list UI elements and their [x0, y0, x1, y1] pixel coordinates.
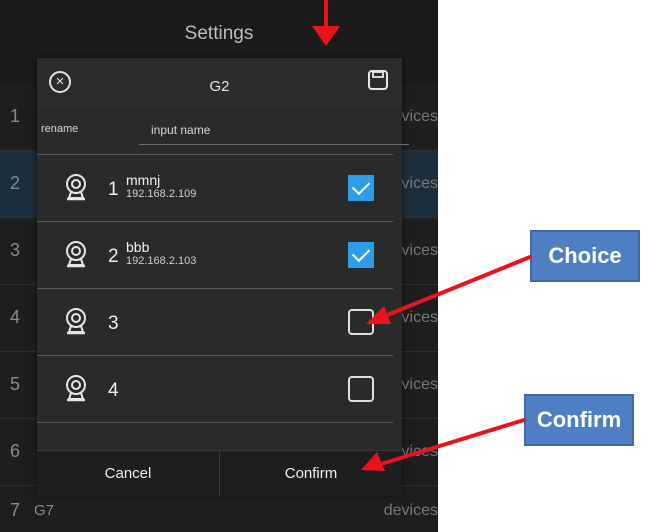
- group-number: 4: [10, 307, 21, 327]
- group-number: 3: [10, 240, 21, 260]
- dialog-footer: Cancel Confirm: [37, 450, 402, 496]
- webcam-icon: [66, 375, 86, 402]
- cancel-button[interactable]: Cancel: [37, 451, 219, 496]
- camera-ip: 192.168.2.109: [126, 188, 197, 200]
- camera-checkbox-checked[interactable]: [348, 242, 374, 268]
- camera-row[interactable]: 3: [37, 289, 393, 356]
- camera-number: 2: [108, 246, 119, 267]
- camera-row[interactable]: 2 bbb 192.168.2.103: [37, 222, 393, 289]
- group-devices-label: devices: [383, 502, 438, 519]
- camera-checkbox-unchecked[interactable]: [348, 309, 374, 335]
- choice-callout: Choice: [530, 230, 640, 282]
- camera-number: 4: [108, 380, 119, 401]
- save-icon[interactable]: [366, 68, 390, 92]
- camera-checkbox-checked[interactable]: [348, 175, 374, 201]
- camera-number: 1: [108, 179, 119, 200]
- group-number: 7: [10, 500, 21, 520]
- camera-number: 3: [108, 313, 119, 334]
- group-number: 1: [10, 106, 21, 126]
- app-title: Settings: [184, 23, 254, 44]
- rename-label: rename: [41, 123, 79, 135]
- rename-row: rename: [37, 108, 409, 154]
- group-name: G7: [34, 502, 55, 519]
- camera-name: mmnj: [126, 172, 161, 188]
- webcam-icon: [66, 308, 86, 335]
- group-name-input[interactable]: [139, 116, 409, 145]
- camera-row[interactable]: 1 mmnj 192.168.2.109: [37, 155, 393, 222]
- group-number: 6: [10, 441, 21, 461]
- confirm-button[interactable]: Confirm: [220, 451, 402, 496]
- camera-name: bbb: [126, 239, 150, 255]
- group-number: 2: [10, 173, 21, 193]
- webcam-icon: [66, 241, 86, 268]
- camera-ip: 192.168.2.103: [126, 255, 197, 267]
- dialog-title: G2: [209, 78, 230, 95]
- edit-group-dialog: × G2 rename 1 mmnj 192.168: [37, 58, 409, 496]
- camera-row[interactable]: 4: [37, 356, 393, 423]
- dialog-header: × G2: [37, 58, 402, 108]
- camera-checkbox-unchecked[interactable]: [348, 376, 374, 402]
- confirm-callout: Confirm: [524, 394, 634, 446]
- phone-screen: Settings 1 devices 2 devices 3 devices 4…: [0, 0, 438, 532]
- group-number: 5: [10, 374, 21, 394]
- webcam-icon: [66, 174, 86, 201]
